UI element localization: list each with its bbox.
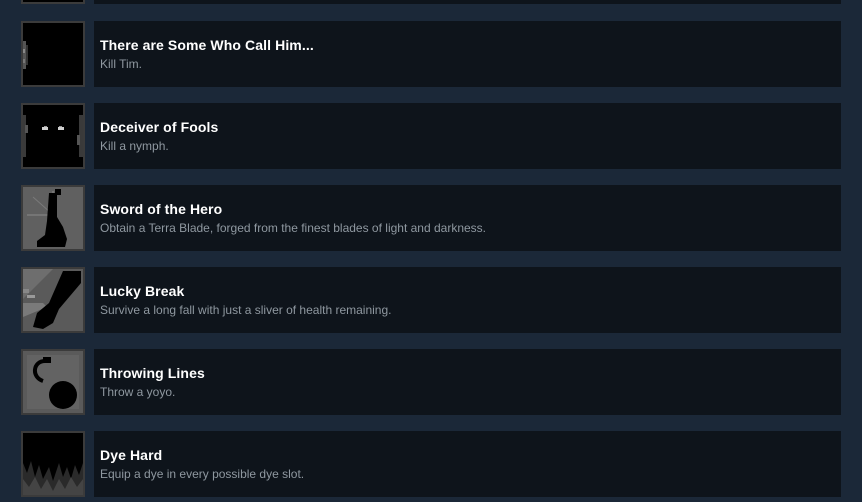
achievement-panel: Throwing Lines Throw a yoyo. [94,349,841,415]
achievement-panel: Deceiver of Fools Kill a nymph. [94,103,841,169]
achievement-panel: Lucky Break Survive a long fall with jus… [94,267,841,333]
achievement-description: Equip a dye in every possible dye slot. [100,467,305,481]
achievement-title: Dye Hard [100,447,163,463]
achievement-panel: Dye Hard Equip a dye in every possible d… [94,431,841,497]
achievement-title: There are Some Who Call Him... [100,37,314,53]
broken-bone-icon [23,269,83,331]
sword-icon [23,187,83,249]
achievement-description: Kill a nymph. [100,139,169,153]
achievement-row: There are Some Who Call Him... Kill Tim. [0,21,862,87]
yoyo-icon [23,351,83,413]
achievement-description: Survive a long fall with just a sliver o… [100,303,392,317]
achievement-icon-frame [21,267,85,333]
achievement-panel [94,0,841,4]
achievement-row: Dye Hard Equip a dye in every possible d… [0,431,862,497]
achievement-row: Sword of the Hero Obtain a Terra Blade, … [0,185,862,251]
achievement-title: Sword of the Hero [100,201,223,217]
achievement-title: Deceiver of Fools [100,119,219,135]
achievement-icon-frame [21,431,85,497]
achievement-panel: Sword of the Hero Obtain a Terra Blade, … [94,185,841,251]
achievement-description: Kill Tim. [100,57,142,71]
achievement-title: Lucky Break [100,283,185,299]
achievement-row: Throwing Lines Throw a yoyo. [0,349,862,415]
glowing-eyes-icon [23,105,83,167]
achievement-panel: There are Some Who Call Him... Kill Tim. [94,21,841,87]
achievement-description: Obtain a Terra Blade, forged from the fi… [100,221,487,235]
dark-tim-icon [23,23,83,85]
achievement-list: There are Some Who Call Him... Kill Tim.… [0,0,862,502]
achievement-title: Throwing Lines [100,365,205,381]
achievement-icon-frame [21,0,85,4]
achievement-description: Throw a yoyo. [100,385,176,399]
achievement-icon-frame [21,21,85,87]
achievement-row: Lucky Break Survive a long fall with jus… [0,267,862,333]
achievement-row-partial [0,0,862,4]
dye-flames-icon [23,433,83,495]
achievement-icon-frame [21,185,85,251]
achievement-icon [23,0,83,2]
achievement-icon-frame [21,103,85,169]
achievement-icon-frame [21,349,85,415]
achievement-row: Deceiver of Fools Kill a nymph. [0,103,862,169]
